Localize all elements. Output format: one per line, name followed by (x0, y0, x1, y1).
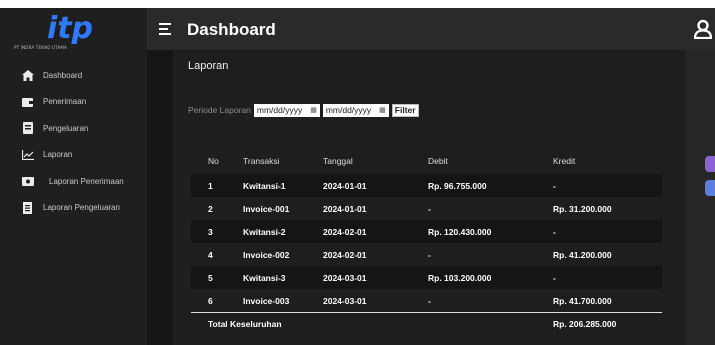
cell-kredit: - (553, 180, 556, 191)
cell-debit: Rp. 120.430.000 (428, 226, 492, 237)
sidebar-item-label: Pengeluaran (43, 123, 89, 133)
end-date-placeholder: mm/dd/yyyy (325, 105, 372, 115)
total-label: Total Keseluruhan (208, 318, 282, 329)
cell-debit: Rp. 103.200.000 (428, 272, 492, 283)
total-value: Rp. 206.285.000 (553, 318, 617, 329)
cell-kredit: Rp. 31.200.000 (553, 203, 612, 214)
table-row: 6 Invoice-003 2024-03-01 - Rp. 41.700.00… (191, 289, 662, 312)
cell-kredit: Rp. 41.700.000 (553, 295, 612, 306)
filter-label: Periode Laporan (188, 105, 251, 115)
cell-kredit: - (553, 226, 556, 237)
table-row: 3 Kwitansi-2 2024-02-01 Rp. 120.430.000 … (191, 220, 662, 243)
report-filter: Periode Laporan mm/dd/yyyy ▦ mm/dd/yyyy … (188, 103, 419, 117)
cell-transaksi: Invoice-003 (243, 295, 290, 306)
report-table: No Transaksi Tanggal Debit Kredit 1 Kwit… (191, 148, 662, 334)
cell-tanggal: 2024-02-01 (323, 249, 367, 260)
column-header-no: No (208, 156, 219, 166)
cell-debit: - (428, 295, 431, 306)
page-title: Dashboard (187, 20, 276, 39)
cell-tanggal: 2024-01-01 (323, 180, 367, 191)
cell-tanggal: 2024-02-01 (323, 226, 367, 237)
table-row: 4 Invoice-002 2024-02-01 - Rp. 41.200.00… (191, 243, 662, 266)
sidebar-item-laporan-pengeluaran[interactable]: Laporan Pengeluaran (0, 195, 147, 222)
sidebar-item-pengeluaran[interactable]: Pengeluaran (0, 115, 147, 142)
table-total-row: Total Keseluruhan Rp. 206.285.000 (191, 312, 662, 334)
document-icon (21, 201, 34, 214)
cell-no: 3 (208, 226, 213, 237)
sidebar-item-label: Penerimaan (43, 97, 87, 107)
app-window: itp PT INDRA TEKNO UTAMA Dashboard Pener… (0, 8, 715, 345)
column-header-tanggal: Tanggal (323, 156, 353, 166)
sidebar-item-laporan-penerimaan[interactable]: Laporan Penerimaan (0, 168, 147, 195)
chart-line-icon (21, 149, 34, 161)
cell-transaksi: Kwitansi-2 (243, 226, 286, 237)
brand-subtitle: PT INDRA TEKNO UTAMA (14, 45, 67, 50)
cell-transaksi: Kwitansi-3 (243, 272, 286, 283)
sidebar-item-laporan[interactable]: Laporan (0, 142, 147, 169)
cell-transaksi: Invoice-002 (243, 249, 290, 260)
sidebar-item-label: Laporan (43, 150, 73, 160)
brand-logo[interactable]: itp (40, 12, 100, 44)
sidebar: itp PT INDRA TEKNO UTAMA Dashboard Pener… (0, 8, 147, 345)
start-date-placeholder: mm/dd/yyyy (256, 105, 303, 115)
table-body: 1 Kwitansi-1 2024-01-01 Rp. 96.755.000 -… (191, 174, 662, 312)
table-row: 5 Kwitansi-3 2024-03-01 Rp. 103.200.000 … (191, 266, 662, 289)
top-header: Dashboard (147, 8, 715, 50)
user-avatar-icon[interactable] (694, 19, 712, 39)
table-row: 1 Kwitansi-1 2024-01-01 Rp. 96.755.000 - (191, 174, 662, 197)
cell-kredit: - (553, 272, 556, 283)
money-icon (21, 175, 34, 187)
section-title: Laporan (188, 60, 229, 72)
column-header-kredit: Kredit (553, 156, 576, 166)
filter-button[interactable]: Filter (391, 103, 419, 117)
cell-debit: - (428, 203, 431, 214)
cell-debit: - (428, 249, 431, 260)
wallet-icon (21, 96, 34, 108)
main-content: Laporan Periode Laporan mm/dd/yyyy ▦ mm/… (173, 50, 685, 345)
cell-tanggal: 2024-03-01 (323, 272, 367, 283)
cell-no: 6 (208, 295, 213, 306)
sidebar-item-label: Dashboard (43, 70, 83, 80)
column-header-debit: Debit (428, 156, 448, 166)
svg-text:itp: itp (47, 12, 93, 44)
calendar-icon[interactable]: ▦ (310, 106, 317, 114)
end-date-input[interactable]: mm/dd/yyyy ▦ (322, 103, 389, 117)
help-float-button[interactable] (705, 180, 715, 196)
home-icon (21, 69, 34, 81)
cell-no: 1 (208, 180, 213, 191)
page-scrollbar[interactable] (685, 50, 715, 345)
settings-float-button[interactable] (705, 156, 715, 172)
cell-no: 4 (208, 249, 213, 260)
hamburger-menu-icon[interactable] (159, 23, 171, 35)
table-row: 2 Invoice-001 2024-01-01 - Rp. 31.200.00… (191, 197, 662, 220)
top-strip (0, 0, 715, 8)
table-header-row: No Transaksi Tanggal Debit Kredit (191, 148, 662, 174)
sidebar-item-label: Laporan Penerimaan (49, 176, 124, 186)
cell-transaksi: Kwitansi-1 (243, 180, 286, 191)
sidebar-item-dashboard[interactable]: Dashboard (0, 62, 147, 89)
start-date-input[interactable]: mm/dd/yyyy ▦ (253, 103, 320, 117)
export-icon (21, 122, 34, 135)
cell-tanggal: 2024-03-01 (323, 295, 367, 306)
sidebar-item-label: Laporan Pengeluaran (43, 203, 120, 213)
cell-tanggal: 2024-01-01 (323, 203, 367, 214)
sidebar-item-penerimaan[interactable]: Penerimaan (0, 89, 147, 116)
sidebar-divider (147, 8, 173, 345)
calendar-icon[interactable]: ▦ (379, 106, 386, 114)
sidebar-nav: Dashboard Penerimaan Pengeluaran Laporan (0, 62, 147, 221)
column-header-transaksi: Transaksi (243, 156, 280, 166)
cell-debit: Rp. 96.755.000 (428, 180, 487, 191)
cell-no: 5 (208, 272, 213, 283)
cell-no: 2 (208, 203, 213, 214)
cell-kredit: Rp. 41.200.000 (553, 249, 612, 260)
cell-transaksi: Invoice-001 (243, 203, 290, 214)
